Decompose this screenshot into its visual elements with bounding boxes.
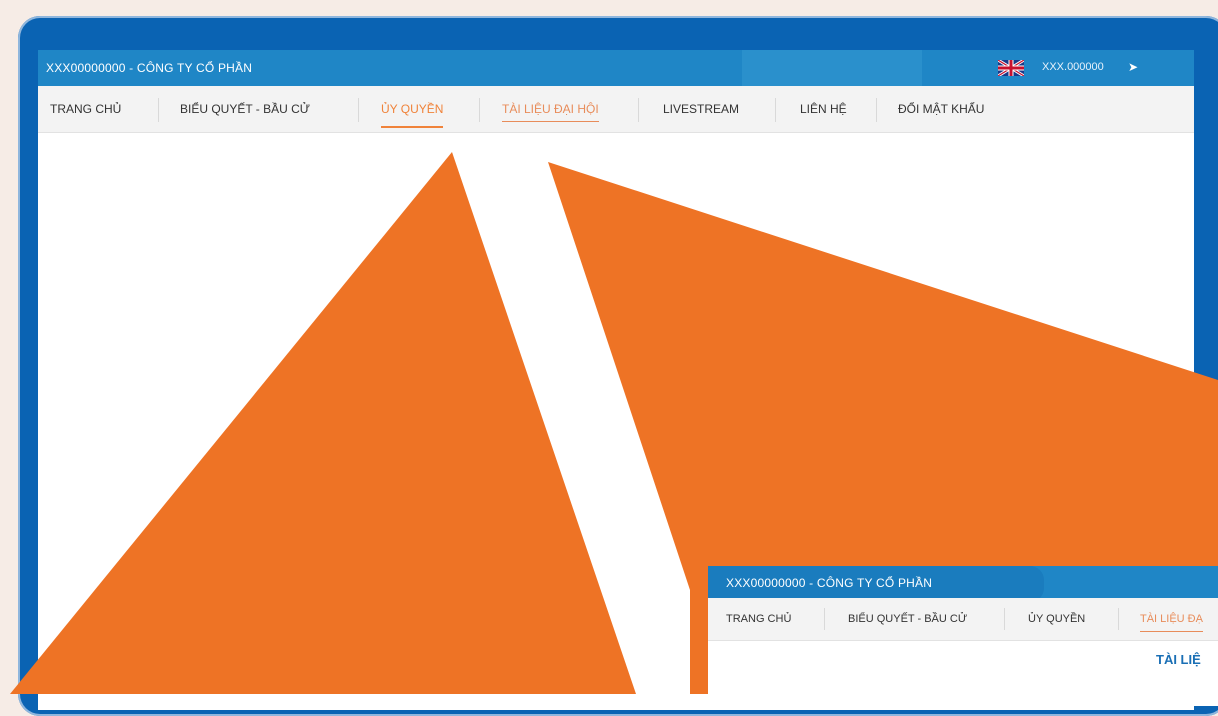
preview-company-name: XXX00000000 - CÔNG TY CỔ PHẦN — [726, 576, 933, 590]
callout-ray-proxy — [10, 152, 636, 694]
preview-nav-home[interactable]: TRANG CHỦ — [726, 598, 791, 640]
preview-nav-voting[interactable]: BIỂU QUYẾT - BẦU CỬ — [848, 598, 967, 640]
preview-nav-proxy[interactable]: ỦY QUYỀN — [1028, 598, 1085, 640]
nav-divider — [1004, 608, 1005, 630]
nav-divider — [1118, 608, 1119, 630]
preview-nav-documents[interactable]: TÀI LIỆU ĐẠ — [1140, 598, 1203, 640]
preview-nav: TRANG CHỦ BIỂU QUYẾT - BẦU CỬ ỦY QUYỀN T… — [708, 598, 1218, 641]
preview-top-bar: XXX00000000 - CÔNG TY CỔ PHẦN — [708, 566, 1218, 602]
preview-heading: TÀI LIỆ — [1156, 652, 1201, 667]
nav-divider — [824, 608, 825, 630]
preview-window: XXX00000000 - CÔNG TY CỔ PHẦN TRANG CHỦ … — [708, 566, 1218, 706]
